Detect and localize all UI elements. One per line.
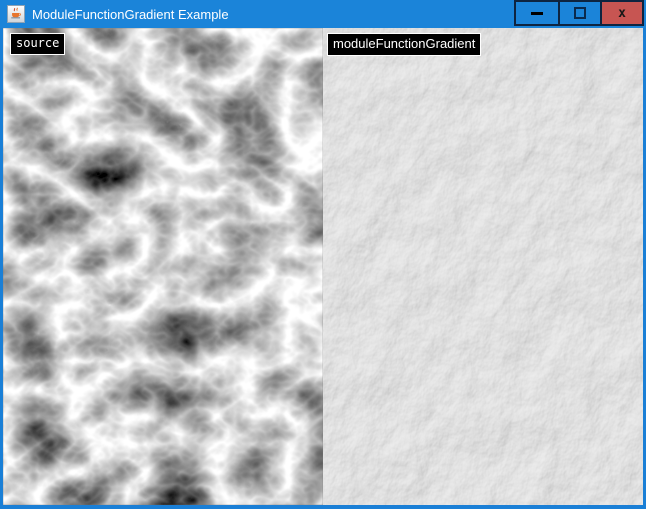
content-area: source bbox=[0, 28, 646, 509]
source-noise-image bbox=[3, 28, 323, 505]
source-label: source bbox=[10, 33, 65, 55]
close-icon: x bbox=[618, 7, 626, 20]
module-function-gradient-panel: moduleFunctionGradient bbox=[323, 28, 643, 505]
window-title: ModuleFunctionGradient Example bbox=[32, 7, 229, 22]
module-function-gradient-image bbox=[323, 28, 643, 505]
source-image-panel: source bbox=[3, 28, 323, 505]
app-window: ModuleFunctionGradient Example x bbox=[0, 0, 646, 509]
maximize-button[interactable] bbox=[558, 2, 600, 24]
minimize-button[interactable] bbox=[516, 2, 558, 24]
window-controls: x bbox=[514, 0, 644, 26]
maximize-icon bbox=[574, 7, 586, 19]
titlebar[interactable]: ModuleFunctionGradient Example x bbox=[0, 0, 646, 28]
minimize-icon bbox=[531, 12, 543, 15]
module-function-gradient-label: moduleFunctionGradient bbox=[327, 33, 481, 56]
java-coffee-cup-icon[interactable] bbox=[7, 5, 25, 23]
close-button[interactable]: x bbox=[600, 2, 642, 24]
